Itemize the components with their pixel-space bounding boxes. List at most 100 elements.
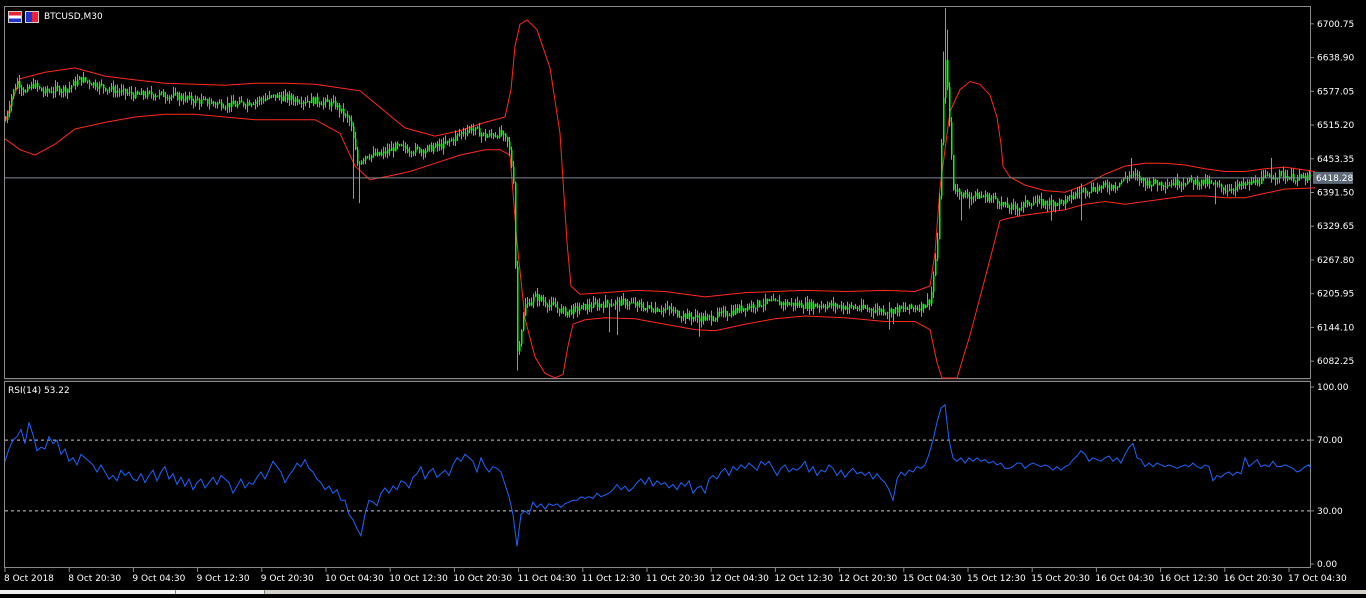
chart-tab[interactable] (176, 590, 265, 594)
candle-body (859, 309, 861, 311)
candle-body (1025, 200, 1027, 203)
chart-tab[interactable] (0, 590, 176, 594)
candle-body (555, 304, 557, 308)
candle-body (743, 308, 745, 311)
candle-body (701, 315, 703, 322)
candle-body (55, 86, 57, 92)
candle-body (479, 128, 481, 137)
candle-body (1067, 196, 1069, 200)
candle-body (423, 150, 425, 154)
candle-body (79, 77, 81, 80)
candle-body (453, 139, 455, 142)
candle-body (105, 87, 107, 91)
candle-body (219, 102, 221, 104)
candle-body (317, 96, 319, 104)
candle-body (1001, 202, 1003, 206)
chart-tabs-bar (0, 590, 1366, 594)
candle-body (1233, 189, 1235, 191)
candle-body (487, 135, 489, 138)
candle-body (77, 79, 79, 86)
candle-body (417, 146, 419, 148)
candle-body (215, 103, 217, 105)
candle-body (91, 84, 93, 86)
candle-body (239, 100, 241, 104)
candle-body (203, 98, 205, 100)
candle-body (31, 84, 33, 88)
candle-body (925, 305, 927, 308)
candle-body (269, 95, 271, 99)
candle-body (639, 302, 641, 305)
candle-body (633, 302, 635, 304)
candle-body (629, 302, 631, 305)
candle-body (37, 82, 39, 87)
candle-body (1087, 192, 1089, 194)
candle-body (537, 294, 539, 302)
candle-body (111, 86, 113, 90)
candle-body (627, 304, 629, 306)
candle-body (343, 108, 345, 116)
candle-body (263, 99, 265, 101)
candle-body (1119, 182, 1121, 187)
candle-body (871, 309, 873, 312)
price-axis-label: 6267.80 (1317, 256, 1354, 266)
candle-body (395, 143, 397, 152)
candle-body (887, 312, 889, 314)
time-axis-label: 17 Oct 04:30 (1288, 574, 1347, 584)
candle-body (775, 299, 777, 301)
candle-body (1131, 174, 1133, 176)
candle-body (405, 145, 407, 150)
candle-body (577, 306, 579, 311)
candle-body (579, 308, 581, 311)
candle-body (39, 86, 41, 89)
candle-body (299, 102, 301, 104)
symbol-label: BTCUSD,M30 (44, 12, 103, 22)
candle-body (401, 144, 403, 146)
time-axis-label: 10 Oct 20:30 (453, 574, 512, 584)
candle-body (1013, 204, 1015, 206)
candle-body (83, 77, 85, 83)
candle-body (371, 155, 373, 159)
candle-body (1169, 184, 1171, 186)
candle-body (1235, 186, 1237, 191)
candle-body (501, 130, 503, 135)
rsi-axis-label: 100.00 (1317, 383, 1349, 393)
candle-body (603, 305, 605, 308)
candle-body (211, 101, 213, 104)
candle-body (325, 99, 327, 102)
candle-body (259, 98, 261, 101)
candle-body (179, 95, 181, 100)
candle-body (569, 309, 571, 312)
candle-body (457, 134, 459, 136)
candle-body (485, 133, 487, 138)
candle-body (1063, 200, 1065, 205)
price-axis-label: 6453.35 (1317, 155, 1354, 165)
candle-body (175, 92, 177, 94)
candle-body (359, 163, 361, 165)
candle-body (283, 96, 285, 101)
candle-body (153, 94, 155, 98)
candle-body (667, 307, 669, 309)
chart-window[interactable]: 6700.75 6638.90 6577.05 6515.20 6453.35 6391.… (0, 0, 1366, 594)
candle-body (291, 95, 293, 100)
candle-body (399, 144, 401, 146)
candle-body (839, 305, 841, 307)
candle-body (565, 307, 567, 316)
candle-body (989, 197, 991, 201)
candle-body (177, 92, 179, 100)
candle-body (1029, 204, 1031, 206)
candle-body (443, 141, 445, 149)
candle-body (1239, 183, 1241, 186)
candle-body (597, 303, 599, 308)
candle-body (963, 192, 965, 197)
candle-body (151, 91, 153, 95)
candle-body (649, 305, 651, 308)
candle-body (815, 303, 817, 307)
candle-body (135, 91, 137, 99)
candle-body (535, 294, 537, 297)
candle-body (1047, 204, 1049, 206)
candle-body (121, 89, 123, 93)
candle-body (459, 134, 461, 136)
candle-body (1205, 178, 1207, 184)
candle-body (979, 195, 981, 199)
candle-body (229, 103, 231, 108)
